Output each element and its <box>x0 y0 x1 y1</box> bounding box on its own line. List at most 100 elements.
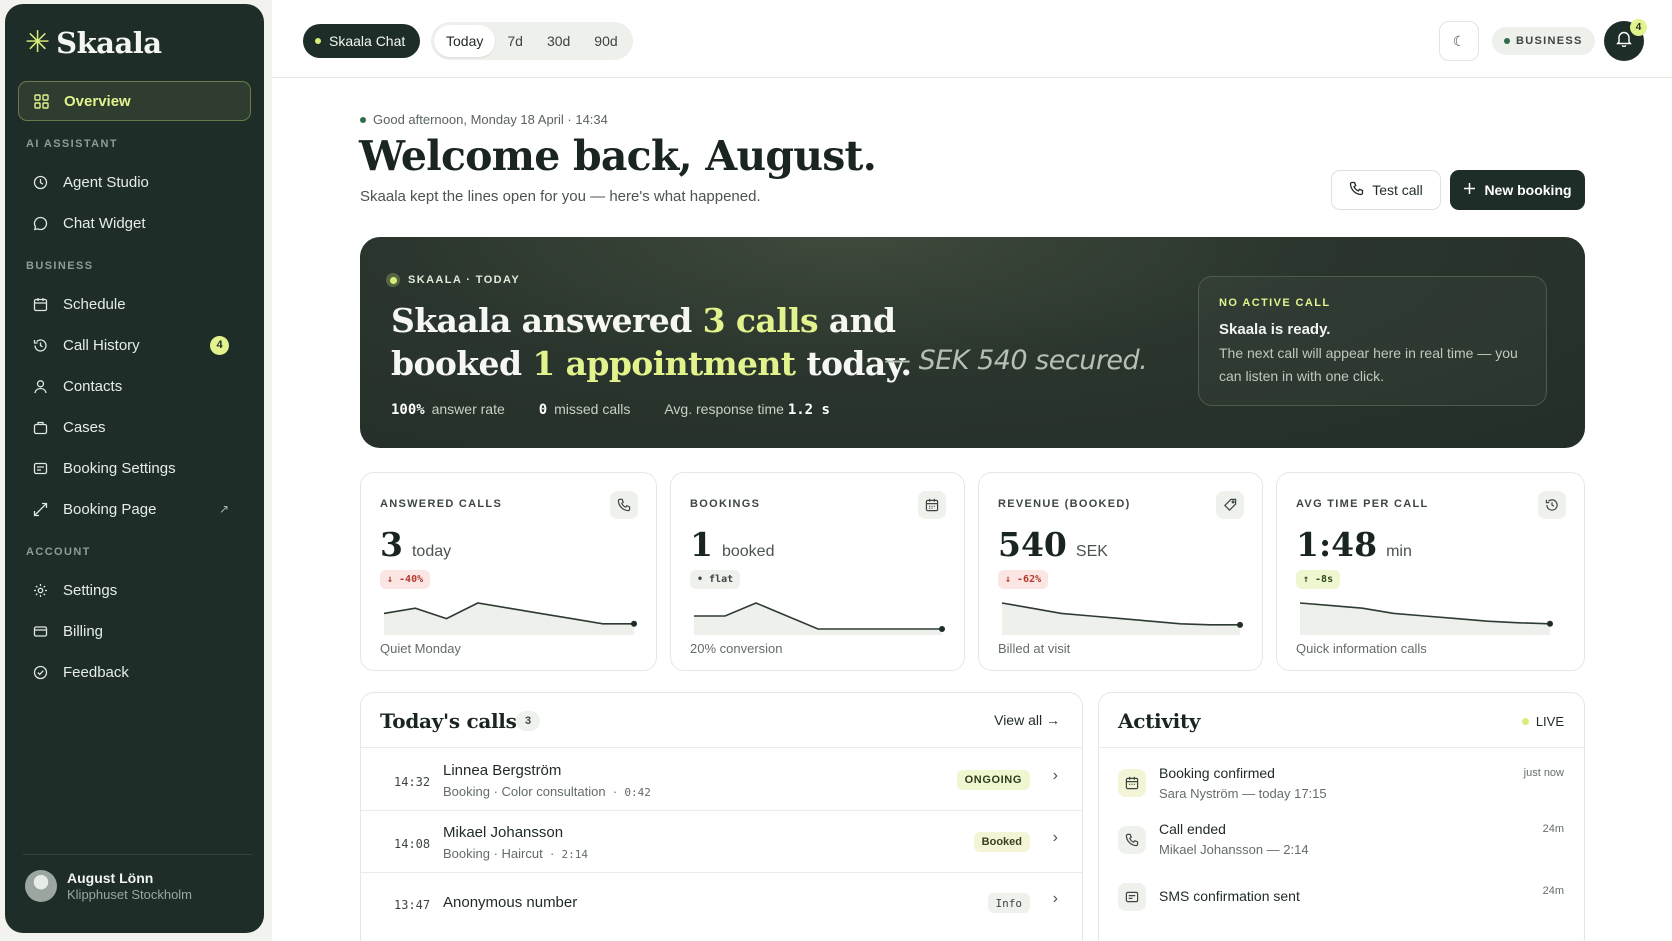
greeting: Good afternoon, Monday 18 April · 14:34 <box>360 112 608 127</box>
active-call-title: NO ACTIVE CALL <box>1219 297 1331 309</box>
hero-secured-amount: — SEK 540 secured. <box>884 345 1148 376</box>
business-mode-badge[interactable]: BUSINESS <box>1492 27 1595 55</box>
sparkline <box>690 595 946 640</box>
sidebar-item-settings[interactable]: Settings <box>18 570 251 610</box>
bell-icon <box>1616 30 1632 52</box>
kpi-card-answered-calls[interactable]: ANSWERED CALLS 3 today ↓ -40% Quiet Monda… <box>360 472 657 671</box>
user-org: Klipphuset Stockholm <box>67 887 193 902</box>
clock-icon <box>31 173 49 191</box>
brand-mark-icon: ✳ <box>25 26 51 59</box>
chat-bubble-icon <box>31 214 49 232</box>
theme-toggle-button[interactable]: ☾ <box>1439 21 1479 61</box>
kpi-card-revenue[interactable]: REVENUE (BOOKED) 540 SEK ↓ -62% Billed at… <box>978 472 1263 671</box>
todays-calls-panel: Today's calls 3 View all → 14:32 Linnea … <box>360 692 1083 941</box>
section-account: ACCOUNT <box>26 546 91 558</box>
panel-title: Activity <box>1118 709 1201 733</box>
activity-title: Booking confirmed <box>1159 765 1275 781</box>
sidebar-item-agent-studio[interactable]: Agent Studio <box>18 162 251 202</box>
call-row[interactable]: 14:08 Mikael Johansson Booking · Haircut… <box>361 810 1082 872</box>
sidebar-item-feedback[interactable]: Feedback <box>18 652 251 692</box>
sidebar-item-label: Cases <box>63 418 106 436</box>
stat-missed-calls: 0 missed calls <box>539 401 631 418</box>
range-90d[interactable]: 90d <box>582 25 629 57</box>
call-type: Booking <box>443 846 490 861</box>
call-name: Linnea Bergström <box>443 762 562 779</box>
call-service: Haircut <box>501 846 543 861</box>
kpi-label: REVENUE (BOOKED) <box>998 498 1131 510</box>
sidebar-item-booking-page[interactable]: Booking Page ↗ <box>18 489 251 529</box>
range-30d[interactable]: 30d <box>535 25 582 57</box>
kpi-unit: min <box>1386 543 1412 560</box>
hero-text: Skaala answered <box>391 301 703 340</box>
sidebar-item-chat-widget[interactable]: Chat Widget <box>18 203 251 243</box>
skaala-chat-button[interactable]: Skaala Chat <box>303 24 421 58</box>
credit-card-icon <box>31 622 49 640</box>
kpi-unit: today <box>411 543 452 560</box>
grid-icon <box>32 92 50 110</box>
live-indicator: LIVE <box>1521 714 1564 729</box>
top-bar: Skaala Chat Today 7d 30d 90d ☾ BUSINESS … <box>272 0 1672 78</box>
sparkline-endpoint <box>631 620 637 627</box>
sidebar-item-call-history[interactable]: Call History 4 <box>18 325 251 365</box>
kpi-footnote: Quick information calls <box>1296 641 1427 656</box>
live-label: LIVE <box>1535 714 1564 729</box>
calendar-icon <box>1118 769 1146 797</box>
test-call-button[interactable]: Test call <box>1331 170 1441 210</box>
kpi-number: 3 <box>380 525 403 564</box>
active-call-card: NO ACTIVE CALL Skaala is ready. The next… <box>1198 276 1547 406</box>
sidebar-item-schedule[interactable]: Schedule <box>18 284 251 324</box>
status-badge: ONGOING <box>956 770 1030 790</box>
activity-time: just now <box>1523 767 1564 779</box>
sidebar-item-overview[interactable]: Overview <box>18 81 251 121</box>
kpi-footnote: Quiet Monday <box>380 641 461 656</box>
sidebar-item-label: Booking Settings <box>63 459 176 477</box>
sidebar-item-cases[interactable]: Cases <box>18 407 251 447</box>
sidebar-divider <box>23 854 252 855</box>
kpi-number: 1:48 <box>1296 525 1378 564</box>
chevron-right-icon[interactable]: › <box>1053 829 1058 847</box>
activity-title: SMS confirmation sent <box>1159 888 1300 904</box>
kpi-delta-badge: • flat <box>690 570 741 589</box>
call-meta: Booking · Haircut · 2:14 <box>443 846 589 861</box>
activity-time: 24m <box>1542 885 1564 897</box>
sidebar-item-label: Booking Page <box>63 500 157 518</box>
call-type: Booking <box>443 784 490 799</box>
sparkline-endpoint <box>1237 621 1243 628</box>
kpi-value: 1 booked <box>690 525 774 564</box>
section-business: BUSINESS <box>26 260 94 272</box>
plus-icon <box>1463 182 1476 198</box>
sparkline-endpoint <box>939 626 945 632</box>
main-content: Skaala Chat Today 7d 30d 90d ☾ BUSINESS … <box>272 0 1672 941</box>
sparkline-area <box>1300 603 1550 635</box>
briefcase-icon <box>31 418 49 436</box>
kpi-card-avg-time[interactable]: AVG TIME PER CALL 1:48 min ↑ -8s Quick in… <box>1276 472 1585 671</box>
call-row[interactable]: 13:47 Anonymous number Info › <box>361 872 1082 934</box>
range-7d[interactable]: 7d <box>495 25 535 57</box>
user-profile[interactable]: August Lönn Klipphuset Stockholm <box>25 870 192 902</box>
new-booking-button[interactable]: New booking <box>1450 170 1585 210</box>
active-call-body: The next call will appear here in real t… <box>1219 345 1518 384</box>
calendar-icon <box>31 295 49 313</box>
sidebar-item-label: Feedback <box>63 663 129 681</box>
chevron-right-icon[interactable]: › <box>1053 890 1058 908</box>
call-name: Anonymous number <box>443 894 578 911</box>
sidebar-item-booking-settings[interactable]: Booking Settings <box>18 448 251 488</box>
kpi-card-bookings[interactable]: BOOKINGS 1 booked • flat 20% conversion <box>670 472 965 671</box>
activity-title: Call ended <box>1159 821 1226 837</box>
hero-text: and <box>817 301 896 340</box>
range-today[interactable]: Today <box>434 25 496 57</box>
sidebar-item-contacts[interactable]: Contacts <box>18 366 251 406</box>
chevron-right-icon[interactable]: › <box>1053 767 1058 785</box>
sidebar-item-label: Billing <box>63 622 104 640</box>
phone-icon <box>1118 826 1146 854</box>
brand-logo[interactable]: ✳ Skaala <box>25 26 162 60</box>
notifications-button[interactable]: 4 <box>1604 19 1647 61</box>
stat-label: Avg. response time <box>664 401 784 417</box>
call-service: Color consultation <box>501 784 606 799</box>
sidebar-item-billing[interactable]: Billing <box>18 611 251 651</box>
view-all-link[interactable]: View all → <box>994 712 1060 728</box>
kpi-number: 1 <box>690 525 713 564</box>
stat-label: answer rate <box>431 401 505 417</box>
sidebar-item-label: Contacts <box>63 377 123 395</box>
call-row[interactable]: 14:32 Linnea Bergström Booking · Color c… <box>361 747 1082 809</box>
